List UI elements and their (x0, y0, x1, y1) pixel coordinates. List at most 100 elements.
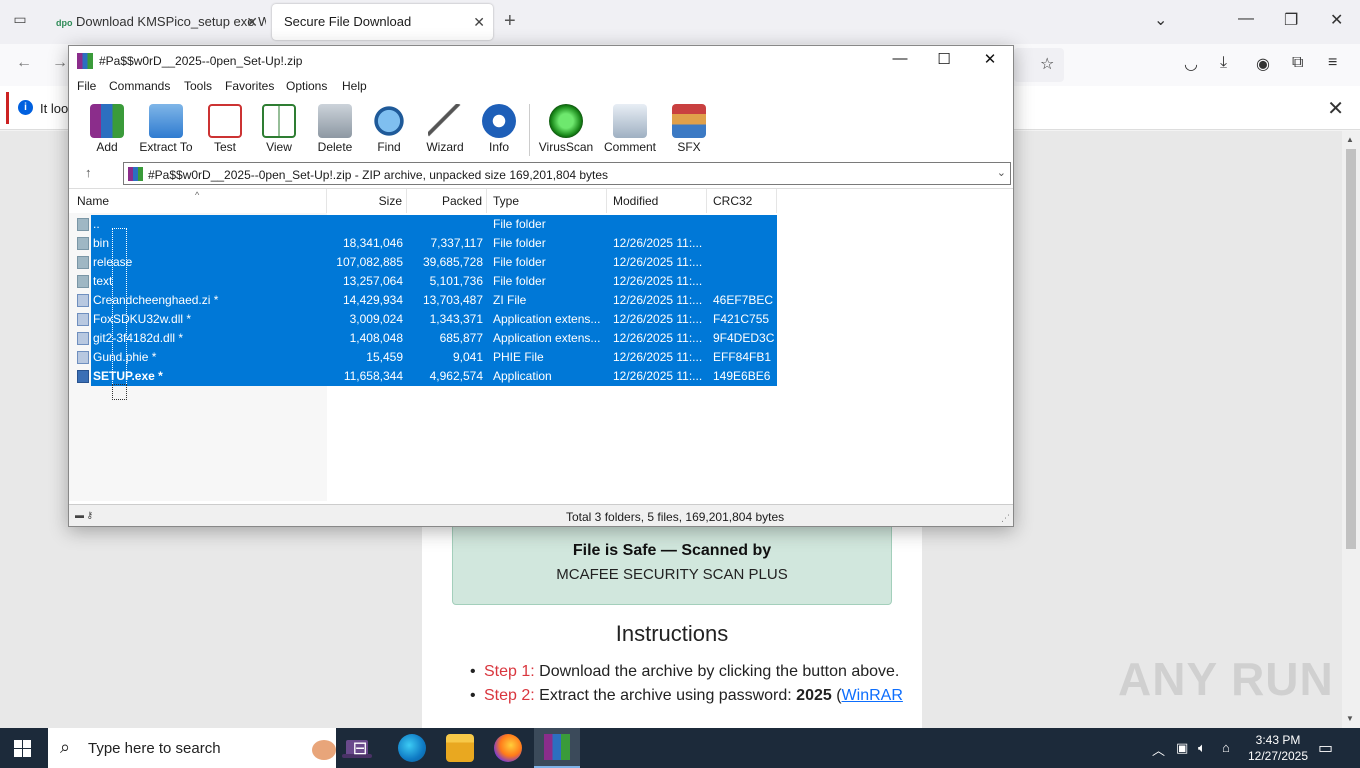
network-icon[interactable]: ⌂ (1222, 740, 1230, 755)
edge-browser-icon[interactable] (398, 734, 426, 762)
firefox-icon[interactable] (494, 734, 522, 762)
toolbar-label: Extract To (139, 140, 193, 154)
table-row[interactable]: text 13,257,064 5,101,736 File folder 12/26/… (69, 272, 779, 291)
col-header-type[interactable]: Type (487, 189, 607, 213)
toolbar-info-button[interactable]: Info (469, 100, 529, 158)
toolbar-delete-button[interactable]: Delete (305, 100, 365, 158)
toolbar-wizard-button[interactable]: Wizard (415, 100, 475, 158)
back-icon[interactable]: ← (16, 54, 32, 72)
resize-grip-icon[interactable]: ⋰ (1001, 513, 1010, 524)
scrollbar-thumb[interactable] (1346, 149, 1356, 549)
winrar-link[interactable]: WinRAR (842, 687, 903, 704)
tab-list-icon[interactable]: ▭ (8, 11, 32, 33)
scroll-down-icon[interactable]: ▼ (1346, 714, 1354, 723)
safe-subtitle: MCAFEE SECURITY SCAN PLUS (556, 566, 788, 583)
downloads-icon[interactable]: ⤓ (1220, 54, 1227, 72)
notification-center-icon[interactable]: ▭ (1318, 738, 1333, 758)
scroll-up-icon[interactable]: ▲ (1346, 135, 1354, 144)
notification-text: It loo (40, 101, 69, 116)
volume-icon[interactable]: 🔈︎ (1198, 740, 1206, 756)
table-row[interactable]: FoxSDKU32w.dll * 3,009,024 1,343,371 Applic… (69, 310, 779, 329)
row-size: 15,459 (366, 350, 403, 364)
restore-icon[interactable]: ❐ (1284, 10, 1298, 30)
table-row[interactable]: bin 18,341,046 7,337,117 File folder 12/26/2… (69, 234, 779, 253)
col-header-name[interactable]: Name ^ (69, 189, 327, 213)
table-row[interactable]: .. File folder (69, 215, 779, 234)
col-header-size[interactable]: Size (327, 189, 407, 213)
toolbar-separator (529, 104, 530, 156)
close-window-icon[interactable]: ✕ (1330, 10, 1343, 30)
toolbar-label: Wizard (426, 140, 464, 154)
menu-file[interactable]: File (77, 79, 96, 93)
winrar-taskbar-button[interactable] (534, 728, 580, 768)
menu-tools[interactable]: Tools (184, 79, 212, 93)
tab-close-icon[interactable]: ✕ (473, 4, 485, 40)
menu-options[interactable]: Options (286, 79, 327, 93)
file-explorer-icon[interactable] (446, 734, 474, 762)
row-modified: 12/26/2025 11:... (613, 350, 703, 364)
sort-ascending-icon: ^ (195, 190, 200, 200)
pocket-icon[interactable]: ◡ (1184, 54, 1198, 74)
watermark: ANY RUN (1118, 653, 1334, 705)
winrar-minimize-icon[interactable]: — (877, 50, 923, 72)
tray-chevron-icon[interactable]: ︿ (1152, 740, 1165, 759)
toolbar-add-button[interactable]: Add (77, 100, 137, 158)
toolbar-view-button[interactable]: View (249, 100, 309, 158)
bookmark-star-icon[interactable]: ☆ (1040, 54, 1054, 74)
row-size: 1,408,048 (349, 331, 403, 345)
file-icon (77, 294, 89, 307)
row-name: .. (93, 217, 100, 231)
notification-close-icon[interactable]: ✕ (1327, 96, 1344, 121)
up-folder-icon[interactable]: ↑ (85, 165, 92, 180)
chevron-down-icon[interactable]: ⌄ (997, 166, 1006, 179)
extensions-icon[interactable]: ⧉ (1292, 54, 1303, 72)
step-1-label: Step 1: (484, 663, 535, 680)
col-header-packed[interactable]: Packed (407, 189, 487, 213)
new-tab-icon[interactable]: + (504, 10, 516, 33)
task-view-icon[interactable]: ⊟ (346, 734, 374, 762)
toolbar-test-button[interactable]: Test (195, 100, 255, 158)
toolbar-extract-button[interactable]: Extract To (136, 100, 196, 158)
minimize-icon[interactable]: — (1238, 10, 1254, 28)
table-row[interactable]: Gund.phie * 15,459 9,041 PHIE File 12/26/202… (69, 348, 779, 367)
file-list[interactable]: Name ^ Size Packed Type Modified CRC32 .… (69, 188, 1013, 501)
col-header-crc32[interactable]: CRC32 (707, 189, 777, 213)
row-packed: 4,962,574 (429, 369, 483, 383)
folder-icon (77, 218, 89, 231)
table-row[interactable]: release 107,082,885 39,685,728 File folder 1… (69, 253, 779, 272)
toolbar-sfx-button[interactable]: SFX (659, 100, 719, 158)
account-icon[interactable]: ◉ (1256, 54, 1270, 74)
system-clock[interactable]: 3:43 PM 12/27/2025 (1246, 732, 1310, 764)
menu-help[interactable]: Help (342, 79, 367, 93)
table-row[interactable]: git2-3f4182d.dll * 1,408,048 685,877 Applic… (69, 329, 779, 348)
tab-kmspico[interactable]: dpo Download KMSPico_setup exe W ✕ (44, 4, 266, 40)
menu-favorites[interactable]: Favorites (225, 79, 274, 93)
exe-icon (77, 370, 89, 383)
tray-device-icon[interactable]: ▣ (1176, 740, 1188, 756)
col-header-modified[interactable]: Modified (607, 189, 707, 213)
windows-start-icon[interactable] (14, 740, 31, 757)
tab-close-icon[interactable]: ✕ (246, 4, 258, 40)
row-crc: EFF84FB1 (713, 350, 772, 364)
url-bar[interactable] (1014, 48, 1064, 82)
taskbar-search-box[interactable]: ⌕ Type here to search (48, 728, 372, 768)
table-row[interactable]: SETUP.exe * 11,658,344 4,962,574 Applicatio… (69, 367, 779, 386)
toolbar-virusscan-button[interactable]: VirusScan (536, 100, 596, 158)
tab-secure-download[interactable]: Secure File Download ✕ (272, 4, 493, 40)
page-scrollbar[interactable]: ▲ ▼ (1342, 131, 1360, 728)
toolbar-comment-button[interactable]: Comment (600, 100, 660, 158)
row-crc: 149E6BE6 (713, 369, 771, 383)
toolbar-find-button[interactable]: Find (359, 100, 419, 158)
tab-overflow-chevron-icon[interactable]: ⌄ (1154, 10, 1167, 30)
toolbar-label: VirusScan (538, 140, 594, 154)
winrar-maximize-icon[interactable]: ☐ (921, 50, 967, 72)
table-row[interactable]: Creandcheenghaed.zi * 14,429,934 13,703,48… (69, 291, 779, 310)
winrar-menubar: File Commands Tools Favorites Options He… (69, 76, 1013, 96)
archive-path-combobox[interactable]: #Pa$$w0rD__2025--0pen_Set-Up!.zip - ZIP … (123, 162, 1011, 185)
winrar-close-icon[interactable]: ✕ (967, 50, 1013, 72)
menu-commands[interactable]: Commands (109, 79, 170, 93)
forward-icon[interactable]: → (52, 54, 68, 72)
drive-key-icon[interactable]: ▬ ⚷ (75, 510, 93, 521)
menu-icon[interactable]: ≡ (1328, 54, 1337, 72)
file-rows: .. File folder bin 18,341,046 7,337,117 File… (69, 215, 779, 386)
